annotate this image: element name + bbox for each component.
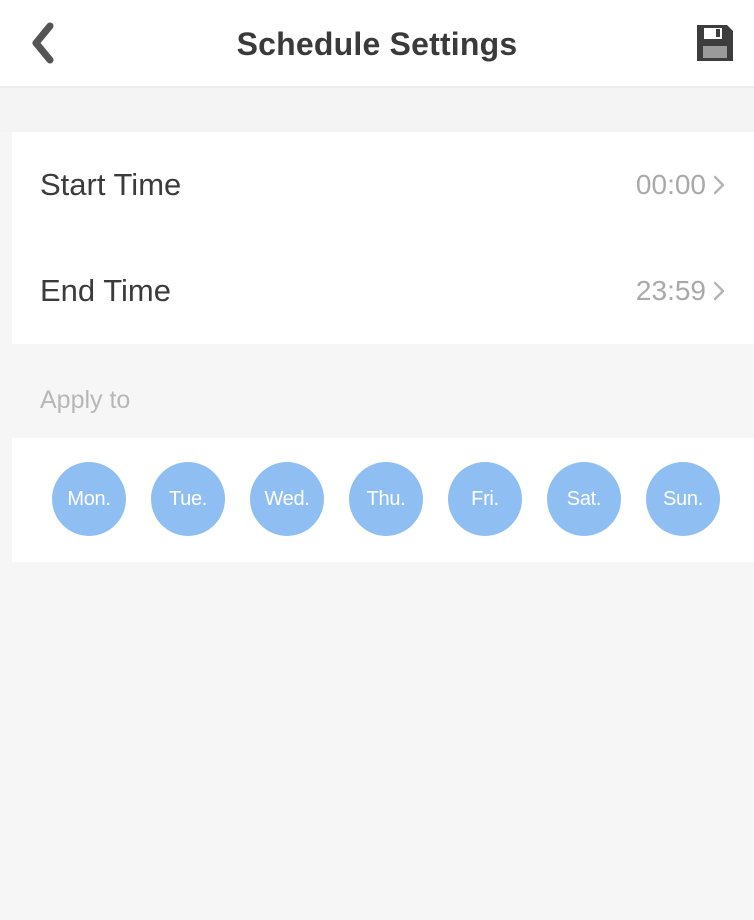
start-time-row[interactable]: Start Time 00:00 <box>12 132 754 238</box>
start-time-value: 00:00 <box>635 169 706 200</box>
day-toggle-sat[interactable]: Sat. <box>547 462 621 536</box>
day-toggle-wed[interactable]: Wed. <box>250 462 324 536</box>
day-toggle-thu[interactable]: Thu. <box>349 462 423 536</box>
schedule-settings-screen: Schedule Settings Start Time 00:00 End T… <box>0 0 754 920</box>
day-toggle-tue[interactable]: Tue. <box>151 462 225 536</box>
days-card: Mon. Tue. Wed. Thu. Fri. Sat. Sun. <box>12 438 754 562</box>
header-spacer <box>0 88 754 132</box>
end-time-value: 23:59 <box>635 275 706 306</box>
day-selector: Mon. Tue. Wed. Thu. Fri. Sat. Sun. <box>52 462 720 536</box>
floppy-disk-icon <box>697 25 733 61</box>
day-toggle-mon[interactable]: Mon. <box>52 462 126 536</box>
end-time-row[interactable]: End Time 23:59 <box>12 238 754 344</box>
top-bar: Schedule Settings <box>0 0 754 88</box>
time-settings-card: Start Time 00:00 End Time 23:59 <box>12 132 754 344</box>
page-title: Schedule Settings <box>236 26 518 62</box>
start-time-value-wrap: 00:00 <box>636 132 726 238</box>
chevron-right-icon <box>713 281 725 301</box>
apply-to-label: Apply to <box>40 386 131 414</box>
day-toggle-sun[interactable]: Sun. <box>646 462 720 536</box>
end-time-label: End Time <box>40 273 171 308</box>
save-button[interactable] <box>692 20 738 66</box>
day-toggle-fri[interactable]: Fri. <box>448 462 522 536</box>
chevron-right-icon <box>713 175 725 195</box>
start-time-label: Start Time <box>40 167 182 202</box>
end-time-value-wrap: 23:59 <box>636 238 726 344</box>
